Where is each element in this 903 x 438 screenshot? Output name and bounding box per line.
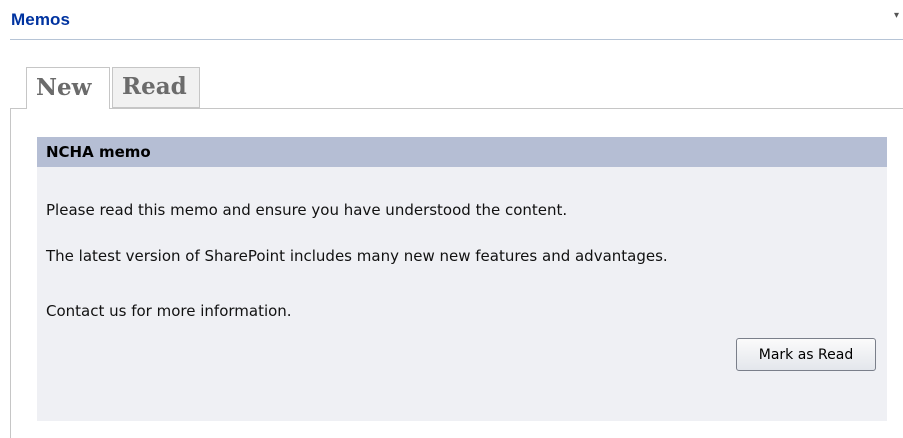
webpart-menu-icon[interactable]: ▾ bbox=[894, 10, 899, 21]
tab-panel-frame bbox=[10, 108, 903, 438]
webpart-title: Memos bbox=[11, 10, 71, 29]
title-divider bbox=[10, 39, 903, 40]
tab-read[interactable]: Read bbox=[112, 67, 200, 108]
tab-new[interactable]: New bbox=[26, 67, 110, 109]
